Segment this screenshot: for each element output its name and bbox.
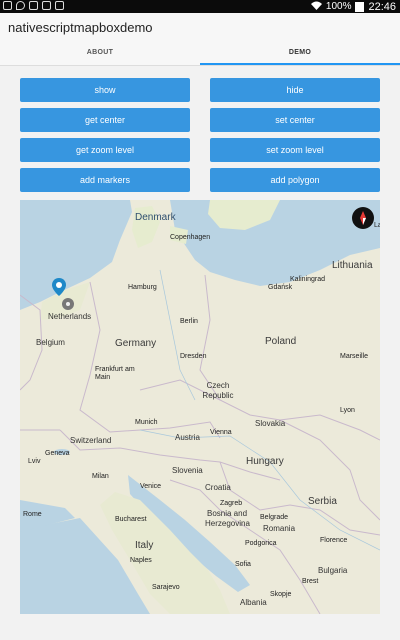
map-label-vienna: Vienna [210, 429, 232, 436]
map-label-naples: Sarajevo [152, 584, 180, 591]
map-label-slovenia: Slovenia [172, 466, 203, 475]
map-label-germany: Germany [115, 338, 157, 349]
location-icon [16, 1, 25, 10]
action-bar: nativescriptmapboxdemo [0, 13, 400, 43]
map-label-berlin: Berlin [180, 318, 198, 325]
map-label-lithuania: Lithuania [332, 260, 373, 271]
map-label-geneva: Geneva [45, 450, 70, 457]
set-center-button[interactable]: set center [210, 108, 380, 132]
map-label-austria: Austria [175, 433, 200, 442]
map-label-poland: Poland [265, 336, 297, 347]
map-label-bulgaria: Bulgaria [318, 566, 348, 575]
map-label-florence: Bucharest [115, 516, 147, 523]
map-label-sarajevo: Podgorica [245, 540, 277, 547]
map-label-dresden: Dresden [180, 353, 207, 360]
map-base [20, 200, 380, 614]
map-label-gdansk: Gdańsk [268, 284, 293, 291]
battery-icon [355, 1, 365, 12]
map-label-bosnia: Bosnia and Herzegovina [205, 509, 250, 528]
hide-button[interactable]: hide [210, 78, 380, 102]
map-label-lviv: Lyon [340, 407, 355, 414]
map-marker-grey-icon[interactable] [62, 298, 74, 310]
battery-percentage: 100% [325, 1, 352, 12]
map-label-czech-republic: Czech Republic [202, 381, 234, 400]
map-view[interactable]: Denmark La Lithuania Copenhagen Hamburg … [20, 200, 380, 614]
tab-about[interactable]: ABOUT [0, 43, 200, 65]
add-markers-button[interactable]: add markers [20, 168, 190, 192]
wifi-icon [310, 1, 322, 13]
add-polygon-button[interactable]: add polygon [210, 168, 380, 192]
status-icons-right: 100% 22:46 [310, 0, 396, 13]
map-label-italy: Italy [135, 540, 154, 551]
map-label-venice: Venice [140, 483, 162, 490]
map-label-kaliningrad: Kaliningrad [290, 276, 326, 283]
map-label-belgium: Belgium [36, 338, 65, 347]
map-label-podgorica: Sofia [235, 561, 251, 568]
map-label-hamburg: Hamburg [128, 284, 157, 291]
map-label-netherlands: Netherlands [48, 312, 92, 321]
map-label-munich: Munich [135, 419, 158, 426]
map-label-sofia: Brest [302, 578, 319, 585]
map-label-slovakia: Slovakia [255, 419, 286, 428]
image-icon [29, 1, 38, 10]
map-label-frankfurt: Frankfurt am Main [95, 366, 135, 381]
tab-demo[interactable]: DEMO [200, 43, 400, 65]
status-icons-left [3, 1, 64, 10]
map-label-zagreb: Zagreb [220, 500, 243, 507]
briefcase-icon [42, 1, 51, 10]
compass-icon[interactable] [352, 207, 374, 229]
set-zoom-level-button[interactable]: set zoom level [210, 138, 380, 162]
android-icon [3, 1, 12, 10]
map-label-switzerland: Switzerland [70, 436, 112, 445]
map-label-belgrade: Belgrade [260, 514, 289, 521]
show-button[interactable]: show [20, 78, 190, 102]
map-label-croatia: Croatia [205, 483, 231, 492]
tab-selected-indicator [200, 63, 400, 65]
map-label-marseille: Rome [23, 511, 42, 518]
map-label-serbia: Romania [263, 524, 296, 533]
map-marker-blue-icon[interactable] [52, 278, 66, 296]
map-label-bucharest: Florence [320, 537, 348, 544]
map-label-copenhagen: Copenhagen [170, 234, 211, 241]
photo-icon [55, 1, 64, 10]
map-label-rome: Naples [130, 557, 152, 564]
map-label-romania: Serbia [308, 496, 337, 507]
tab-demo-label: DEMO [288, 49, 312, 56]
get-center-button[interactable]: get center [20, 108, 190, 132]
map-label-skopje: Skopje [270, 591, 292, 598]
map-label-lyon: Lviv [28, 458, 41, 465]
map-label-albania: Albania [240, 598, 267, 607]
tab-bar: ABOUT DEMO [0, 43, 400, 66]
status-bar: 100% 22:46 [0, 0, 400, 13]
map-label-hungary: Hungary [246, 456, 284, 467]
map-label-brest: Marseille [340, 353, 369, 360]
map-label-milan: Milan [92, 473, 109, 480]
app-title: nativescriptmapboxdemo [8, 20, 153, 35]
get-zoom-level-button[interactable]: get zoom level [20, 138, 190, 162]
map-label-partial: La [374, 222, 380, 229]
map-label-denmark: Denmark [135, 212, 176, 223]
clock: 22:46 [368, 0, 396, 13]
